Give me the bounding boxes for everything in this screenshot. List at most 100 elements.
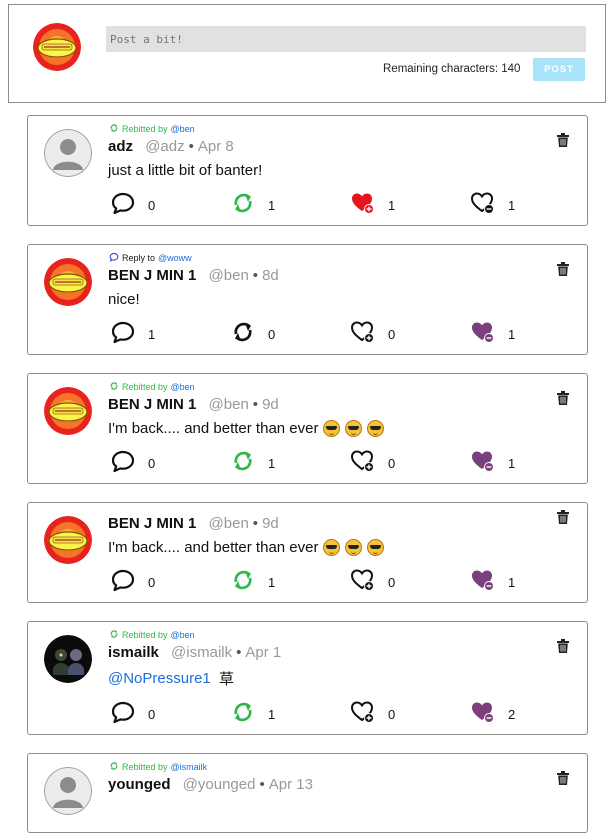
dislike-count: 1 xyxy=(508,455,516,471)
rebit-button[interactable]: 0 xyxy=(230,321,275,347)
like-button[interactable]: 0 xyxy=(350,321,395,347)
heart-minus-icon xyxy=(470,448,496,478)
author-name[interactable]: BEN J MIN 1 xyxy=(108,267,196,284)
dislike-button[interactable]: 1 xyxy=(470,569,515,595)
reply-button[interactable]: 0 xyxy=(110,701,155,727)
heart-minus-icon xyxy=(470,699,496,729)
author-avatar[interactable] xyxy=(44,635,92,683)
post-date: Apr 13 xyxy=(268,776,313,793)
reply-button[interactable]: 1 xyxy=(110,321,155,347)
context-user-link[interactable]: @ben xyxy=(171,124,195,134)
dislike-button[interactable]: 1 xyxy=(470,192,515,218)
sunglasses-emoji-icon xyxy=(345,420,363,437)
post-card[interactable]: Reply to @woww BEN J MIN 1 @ben • 8d nice!… xyxy=(27,244,588,355)
heart-minus-icon xyxy=(470,319,496,349)
post-card[interactable]: Rebitted by @ben BEN J MIN 1 @ben • 9d I'm… xyxy=(27,373,588,484)
delete-icon[interactable] xyxy=(557,639,569,653)
author-name[interactable]: younged xyxy=(108,776,171,793)
reply-button[interactable]: 0 xyxy=(110,450,155,476)
heart-plus-icon xyxy=(350,190,376,220)
author-handle[interactable]: @adz xyxy=(145,138,184,155)
like-button[interactable]: 0 xyxy=(350,450,395,476)
dislike-count: 1 xyxy=(508,574,516,590)
post-date: 9d xyxy=(262,515,279,532)
delete-icon[interactable] xyxy=(557,391,569,405)
post-date: Apr 1 xyxy=(245,644,282,661)
author-name[interactable]: BEN J MIN 1 xyxy=(108,515,196,532)
author-name[interactable]: adz xyxy=(108,138,133,155)
reply-icon xyxy=(110,567,136,597)
context-user-link[interactable]: @woww xyxy=(158,253,192,263)
post-actions: 1 0 0 1 xyxy=(110,321,570,347)
post-header: BEN J MIN 1 @ben • 9d xyxy=(108,515,279,532)
author-avatar[interactable] xyxy=(44,516,92,564)
author-handle[interactable]: @ismailk xyxy=(171,644,232,661)
compose-input[interactable] xyxy=(106,26,586,52)
reply-button[interactable]: 0 xyxy=(110,192,155,218)
delete-icon[interactable] xyxy=(557,133,569,147)
post-context: Rebitted by @ben xyxy=(109,123,195,135)
rebit-count: 0 xyxy=(268,326,276,342)
sunglasses-emoji-icon xyxy=(367,420,385,437)
context-user-link[interactable]: @ben xyxy=(171,382,195,392)
author-avatar[interactable] xyxy=(44,767,92,815)
rebit-button[interactable]: 1 xyxy=(230,192,275,218)
user-avatar[interactable] xyxy=(33,23,81,71)
reply-count: 1 xyxy=(148,326,156,342)
post-card[interactable]: Rebitted by @ben adz @adz • Apr 8 just a l… xyxy=(27,115,588,226)
dislike-button[interactable]: 1 xyxy=(470,321,515,347)
author-handle[interactable]: @ben xyxy=(209,396,249,413)
rebit-icon xyxy=(109,381,119,393)
reply-count: 0 xyxy=(148,455,156,471)
rebit-count: 1 xyxy=(268,197,276,213)
author-handle[interactable]: @ben xyxy=(209,515,249,532)
post-body: @NoPressure1 草 xyxy=(108,668,234,689)
post-date: 8d xyxy=(262,267,279,284)
sunglasses-emoji-icon xyxy=(323,539,341,556)
post-body: I'm back.... and better than ever xyxy=(108,539,385,556)
author-name[interactable]: ismailk xyxy=(108,644,159,661)
context-user-link[interactable]: @ben xyxy=(171,630,195,640)
author-name[interactable]: BEN J MIN 1 xyxy=(108,396,196,413)
delete-icon[interactable] xyxy=(557,771,569,785)
author-avatar[interactable] xyxy=(44,129,92,177)
like-button[interactable]: 1 xyxy=(350,192,395,218)
rebit-icon xyxy=(230,448,256,478)
post-date: 9d xyxy=(262,396,279,413)
dislike-button[interactable]: 1 xyxy=(470,450,515,476)
rebit-icon xyxy=(230,190,256,220)
post-text: 草 xyxy=(218,671,234,688)
author-handle[interactable]: @ben xyxy=(209,267,249,284)
dislike-button[interactable]: 2 xyxy=(470,701,515,727)
post-context: Rebitted by @ben xyxy=(109,629,195,641)
rebit-icon xyxy=(230,319,256,349)
heart-plus-icon xyxy=(350,319,376,349)
post-card[interactable]: BEN J MIN 1 @ben • 9d I'm back.... and bet… xyxy=(27,502,588,603)
separator-dot: • xyxy=(236,644,242,661)
context-user-link[interactable]: @ismailk xyxy=(171,762,208,772)
post-card[interactable]: Rebitted by @ben ismailk @ismailk • Apr 1 … xyxy=(27,621,588,735)
rebit-button[interactable]: 1 xyxy=(230,450,275,476)
delete-icon[interactable] xyxy=(557,510,569,524)
author-avatar[interactable] xyxy=(44,258,92,306)
mention-link[interactable]: @NoPressure1 xyxy=(108,670,211,687)
like-button[interactable]: 0 xyxy=(350,701,395,727)
post-context: Rebitted by @ismailk xyxy=(109,761,207,773)
post-button[interactable]: POST xyxy=(533,58,585,81)
reply-icon xyxy=(110,190,136,220)
delete-icon[interactable] xyxy=(557,262,569,276)
reply-button[interactable]: 0 xyxy=(110,569,155,595)
heart-plus-icon xyxy=(350,448,376,478)
like-button[interactable]: 0 xyxy=(350,569,395,595)
rebit-button[interactable]: 1 xyxy=(230,701,275,727)
heart-plus-icon xyxy=(350,699,376,729)
sunglasses-emoji-icon xyxy=(367,539,385,556)
rebit-button[interactable]: 1 xyxy=(230,569,275,595)
author-handle[interactable]: @younged xyxy=(183,776,256,793)
post-actions: 0 1 0 1 xyxy=(110,569,570,595)
reply-icon xyxy=(110,448,136,478)
post-card[interactable]: Rebitted by @ismailk younged @younged • Ap… xyxy=(27,753,588,833)
post-text: I'm back.... and better than ever xyxy=(108,420,319,437)
author-avatar[interactable] xyxy=(44,387,92,435)
separator-dot: • xyxy=(259,776,265,793)
